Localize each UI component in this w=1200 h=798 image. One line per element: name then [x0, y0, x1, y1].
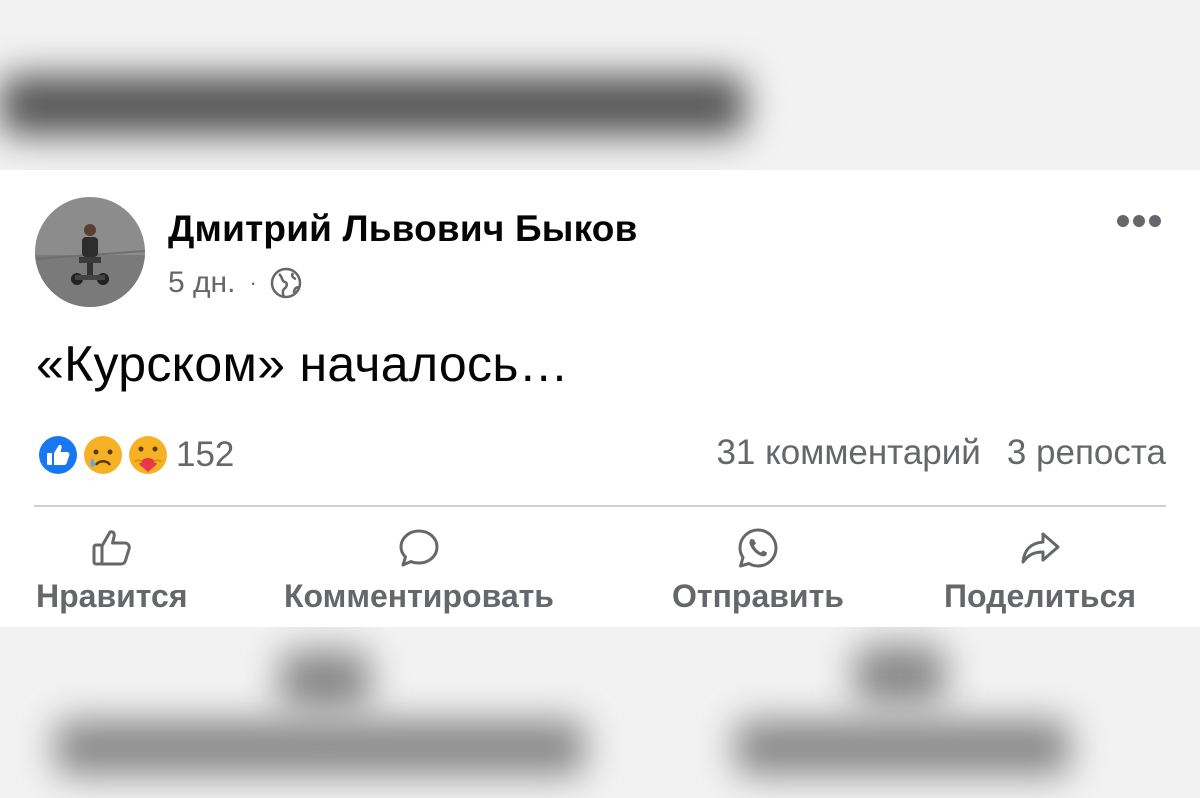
share-button[interactable]: Поделиться	[944, 526, 1136, 618]
avatar-photo	[35, 197, 145, 307]
send-button[interactable]: Отправить	[672, 526, 844, 618]
like-icon	[36, 433, 80, 477]
comment-label: Комментировать	[284, 578, 554, 614]
care-icon	[126, 433, 170, 477]
sad-icon	[81, 433, 125, 477]
author-name[interactable]: Дмитрий Львович Быков	[168, 208, 638, 250]
globe-icon	[270, 267, 302, 299]
like-button[interactable]: Нравится	[36, 526, 188, 618]
meta-separator: ·	[249, 270, 257, 295]
divider	[34, 505, 1166, 507]
reactions-summary[interactable]: 152	[33, 430, 234, 480]
share-arrow-icon	[1021, 532, 1060, 564]
more-options-button[interactable]	[1113, 206, 1165, 236]
send-label: Отправить	[672, 578, 844, 614]
comment-button[interactable]: Комментировать	[284, 526, 554, 618]
post-stats: 31 комментарий 3 репоста	[716, 433, 1166, 473]
share-label: Поделиться	[944, 578, 1137, 614]
author-avatar[interactable]	[35, 197, 145, 307]
ellipsis-icon	[1117, 215, 1161, 227]
reaction-icons	[33, 430, 173, 480]
thumbs-up-icon	[92, 530, 131, 566]
like-label: Нравится	[36, 578, 188, 614]
post-time[interactable]: 5 дн.	[168, 266, 235, 300]
comment-icon	[399, 529, 439, 567]
comments-count[interactable]: 31 комментарий	[716, 433, 980, 473]
whatsapp-icon	[738, 528, 778, 568]
reaction-count: 152	[176, 435, 235, 474]
shares-count[interactable]: 3 репоста	[1007, 433, 1166, 473]
post-text: «Курском» началось…	[36, 336, 569, 392]
post-meta: 5 дн. ·	[168, 266, 303, 300]
